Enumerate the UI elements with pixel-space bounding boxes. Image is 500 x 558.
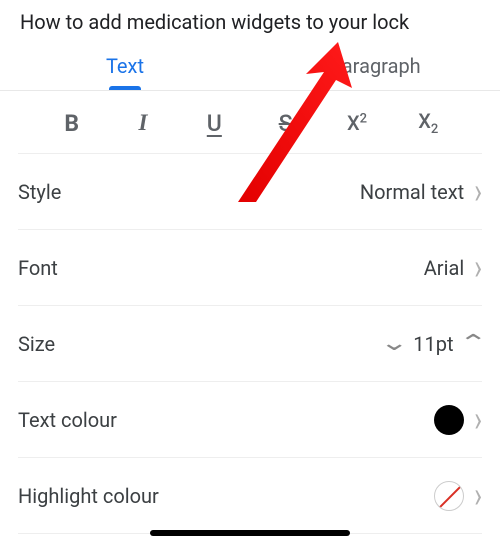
- font-value: Arial: [424, 256, 464, 280]
- chevron-right-icon: ›: [474, 249, 482, 285]
- chevron-right-icon: ›: [474, 401, 482, 437]
- size-value: 11pt: [413, 332, 453, 356]
- chevron-right-icon: ›: [474, 173, 482, 209]
- tab-paragraph[interactable]: Paragraph: [250, 40, 500, 90]
- italic-button[interactable]: I: [123, 110, 163, 136]
- size-row: Size ⌄ 11pt ⌃: [18, 306, 482, 382]
- text-colour-label: Text colour: [18, 408, 117, 432]
- chevron-right-icon: ›: [474, 477, 482, 513]
- highlight-colour-row[interactable]: Highlight colour ›: [18, 458, 482, 534]
- style-row[interactable]: Style Normal text ›: [18, 154, 482, 230]
- text-colour-swatch: [434, 405, 464, 435]
- superscript-button[interactable]: X2: [337, 111, 377, 135]
- size-label: Size: [18, 332, 55, 356]
- underline-button[interactable]: U: [194, 110, 234, 137]
- style-value: Normal text: [360, 180, 464, 204]
- tab-text[interactable]: Text: [0, 40, 250, 90]
- strikethrough-button[interactable]: S: [266, 110, 306, 137]
- bold-button[interactable]: B: [52, 110, 92, 137]
- font-row[interactable]: Font Arial ›: [18, 230, 482, 306]
- highlight-colour-swatch: [434, 481, 464, 511]
- subscript-button[interactable]: X2: [408, 109, 448, 137]
- font-label: Font: [18, 256, 58, 280]
- size-decrease-button[interactable]: ⌄: [379, 331, 409, 356]
- document-title: How to add medication widgets to your lo…: [0, 0, 500, 40]
- highlight-colour-label: Highlight colour: [18, 484, 159, 508]
- style-label: Style: [18, 180, 61, 204]
- text-colour-row[interactable]: Text colour ›: [18, 382, 482, 458]
- text-format-toolbar: B I U S X2 X2: [18, 91, 482, 154]
- format-tabs: Text Paragraph: [0, 40, 500, 91]
- size-increase-button[interactable]: ⌃: [458, 331, 488, 356]
- home-indicator: [150, 530, 350, 536]
